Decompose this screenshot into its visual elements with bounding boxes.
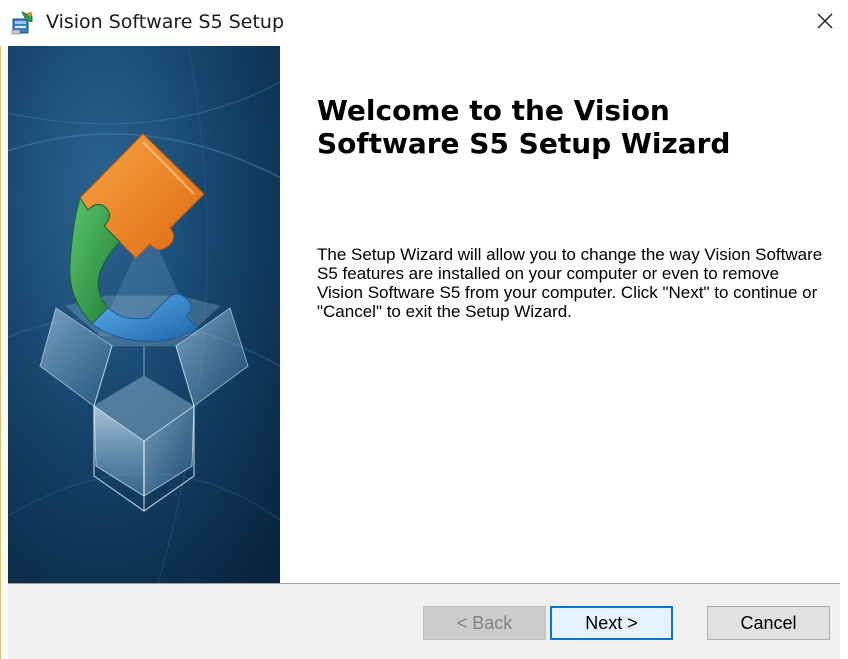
window-left-edge <box>0 46 8 659</box>
setup-installer-icon <box>10 10 36 36</box>
title-bar: Vision Software S5 Setup <box>0 0 848 46</box>
close-icon <box>816 12 834 34</box>
close-button[interactable] <box>802 0 848 46</box>
wizard-banner-image <box>8 46 280 583</box>
back-button[interactable]: < Back <box>423 606 546 640</box>
next-button[interactable]: Next > <box>550 606 673 640</box>
wizard-footer: < Back Next > Cancel <box>8 584 840 659</box>
window-border <box>0 46 1 659</box>
page-title: Welcome to the Vision Software S5 Setup … <box>317 94 731 160</box>
window-title: Vision Software S5 Setup <box>46 11 285 33</box>
cancel-button[interactable]: Cancel <box>707 606 830 640</box>
wizard-content: Welcome to the Vision Software S5 Setup … <box>280 46 840 583</box>
setup-wizard-window: Vision Software S5 Setup Welcome to the … <box>0 0 848 659</box>
wizard-description: The Setup Wizard will allow you to chang… <box>317 245 823 321</box>
